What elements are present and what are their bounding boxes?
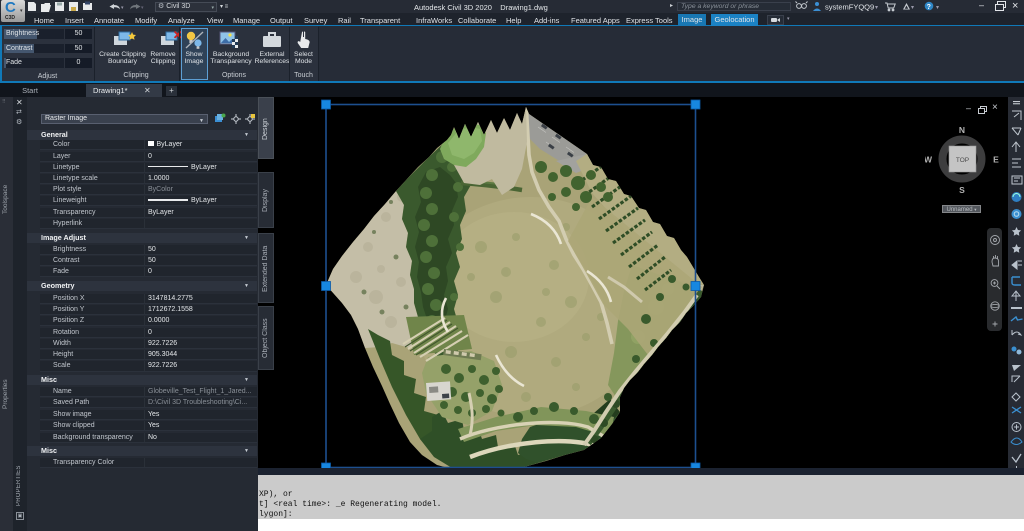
- svg-text:TOP: TOP: [956, 157, 969, 164]
- svg-text:S: S: [959, 185, 965, 195]
- svg-text:N: N: [959, 125, 965, 135]
- svg-text:▾: ▾: [936, 5, 939, 11]
- svg-text:E: E: [993, 155, 999, 165]
- svg-text:W: W: [925, 155, 933, 165]
- svg-text:▾: ▾: [875, 5, 878, 11]
- svg-text:▾: ▾: [121, 5, 124, 11]
- svg-text:?: ?: [927, 4, 931, 11]
- svg-text:▾: ▾: [911, 5, 914, 11]
- svg-text:▾: ▾: [141, 5, 144, 11]
- svg-text:systemFYQQ9: systemFYQQ9: [825, 3, 874, 12]
